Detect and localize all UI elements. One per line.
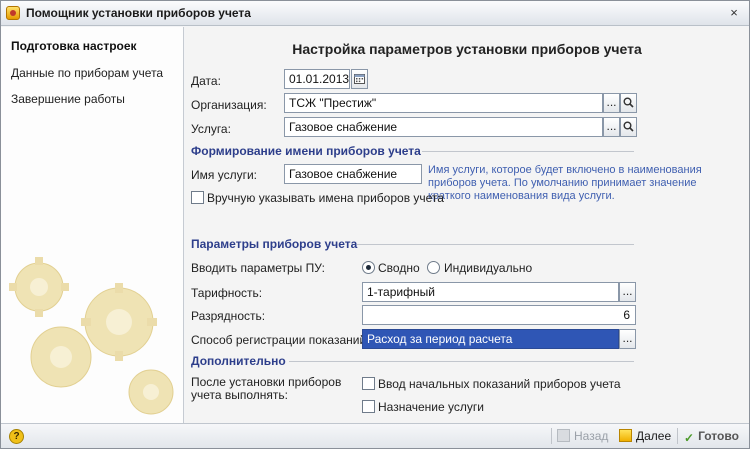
calendar-button[interactable] — [351, 69, 368, 89]
manual-names-label: Вручную указывать имена приборов учета — [207, 191, 444, 205]
footer-bar: ? Назад Далее ✓ Готово — [1, 423, 749, 448]
app-icon — [6, 6, 20, 20]
done-button[interactable]: ✓ Готово — [684, 426, 739, 446]
help-icon[interactable]: ? — [9, 429, 24, 444]
params-section-divider — [357, 244, 634, 245]
initial-readings-checkbox[interactable] — [362, 377, 375, 390]
digits-label: Разрядность: — [191, 309, 266, 323]
input-mode-individual-label: Индивидуально — [444, 261, 533, 275]
footer-divider — [551, 428, 552, 444]
footer-divider — [677, 428, 678, 444]
sidebar-item-meter-data[interactable]: Данные по приборам учета — [11, 66, 163, 80]
service-open-button[interactable] — [620, 117, 637, 137]
after-install-label-line1: После установки приборов — [191, 375, 342, 389]
digits-field[interactable]: 6 — [362, 305, 636, 325]
page-title: Настройка параметров установки приборов … — [292, 41, 642, 57]
input-mode-summary-label: Сводно — [378, 261, 420, 275]
naming-section-title: Формирование имени приборов учета — [191, 144, 421, 158]
organization-label: Организация: — [191, 98, 267, 112]
next-button-label: Далее — [636, 429, 672, 443]
service-field[interactable]: Газовое снабжение — [284, 117, 603, 137]
extra-section-title: Дополнительно — [191, 354, 286, 368]
window-title: Помощник установки приборов учета — [26, 6, 251, 20]
search-icon — [623, 121, 634, 132]
back-arrow-icon — [557, 429, 570, 442]
assistant-window: Помощник установки приборов учета × Подг… — [0, 0, 750, 449]
steps-sidebar: Подготовка настроек Данные по приборам у… — [1, 27, 184, 423]
back-button[interactable]: Назад — [557, 426, 608, 446]
assign-service-checkbox[interactable] — [362, 400, 375, 413]
input-mode-label: Вводить параметры ПУ: — [191, 261, 325, 275]
reg-method-label: Способ регистрации показаний: — [191, 333, 370, 347]
close-button[interactable]: × — [725, 5, 743, 21]
date-label: Дата: — [191, 74, 221, 88]
organization-select-button[interactable]: ... — [603, 93, 620, 113]
reg-method-select-button[interactable]: ... — [619, 329, 636, 349]
service-name-label: Имя услуги: — [191, 168, 257, 182]
main-panel: Настройка параметров установки приборов … — [185, 27, 749, 423]
assign-service-label: Назначение услуги — [378, 400, 484, 414]
initial-readings-label: Ввод начальных показаний приборов учета — [378, 377, 621, 391]
reg-method-field[interactable]: Расход за период расчета — [362, 329, 619, 349]
params-section-title: Параметры приборов учета — [191, 237, 358, 251]
back-button-label: Назад — [574, 429, 609, 443]
next-button[interactable]: Далее — [619, 426, 671, 446]
extra-section-divider — [289, 361, 634, 362]
sidebar-item-finish[interactable]: Завершение работы — [11, 92, 125, 106]
naming-section-divider — [422, 151, 634, 152]
gears-illustration-icon — [9, 257, 174, 415]
service-name-field[interactable]: Газовое снабжение — [284, 164, 422, 184]
search-icon — [623, 97, 634, 108]
input-mode-summary-radio[interactable] — [362, 261, 375, 274]
calendar-icon — [354, 74, 365, 84]
service-name-hint: Имя услуги, которое будет включено в наи… — [428, 164, 702, 202]
checkmark-icon: ✓ — [684, 431, 695, 445]
tariff-field[interactable]: 1-тарифный — [362, 282, 619, 302]
date-field[interactable]: 01.01.2013 — [284, 69, 350, 89]
tariff-label: Тарифность: — [191, 286, 263, 300]
done-button-label: Готово — [698, 429, 739, 443]
service-select-button[interactable]: ... — [603, 117, 620, 137]
organization-open-button[interactable] — [620, 93, 637, 113]
manual-names-checkbox[interactable] — [191, 191, 204, 204]
after-install-label-line2: учета выполнять: — [191, 388, 289, 402]
next-arrow-icon — [619, 429, 632, 442]
title-bar: Помощник установки приборов учета × — [1, 1, 749, 26]
tariff-select-button[interactable]: ... — [619, 282, 636, 302]
input-mode-individual-radio[interactable] — [427, 261, 440, 274]
organization-field[interactable]: ТСЖ "Престиж" — [284, 93, 603, 113]
service-label: Услуга: — [191, 122, 231, 136]
sidebar-item-prepare-settings[interactable]: Подготовка настроек — [11, 39, 137, 53]
